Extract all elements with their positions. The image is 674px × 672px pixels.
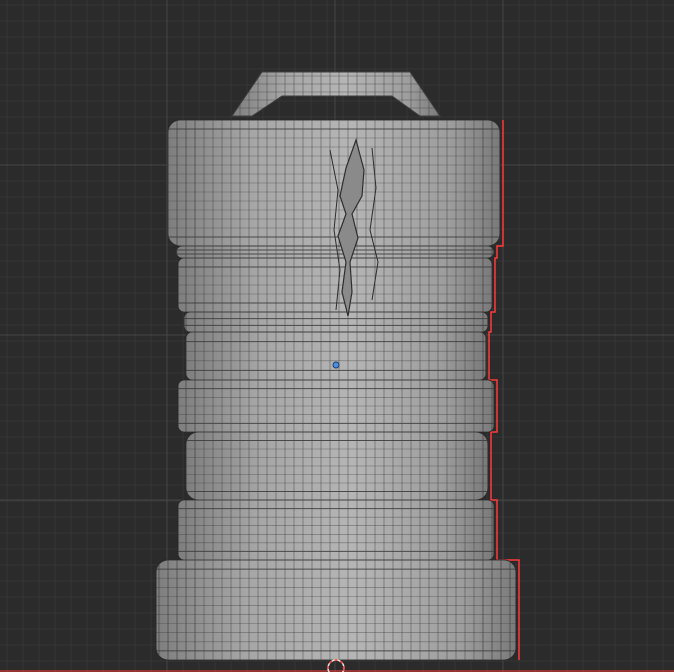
viewport-canvas[interactable] (0, 0, 674, 672)
jar-band (183, 311, 489, 333)
jar-band (175, 245, 495, 259)
object-origin-dot-icon[interactable] (332, 361, 340, 369)
jar-band (155, 559, 517, 661)
3d-viewport[interactable] (0, 0, 674, 672)
3d-cursor-icon[interactable] (327, 659, 345, 672)
